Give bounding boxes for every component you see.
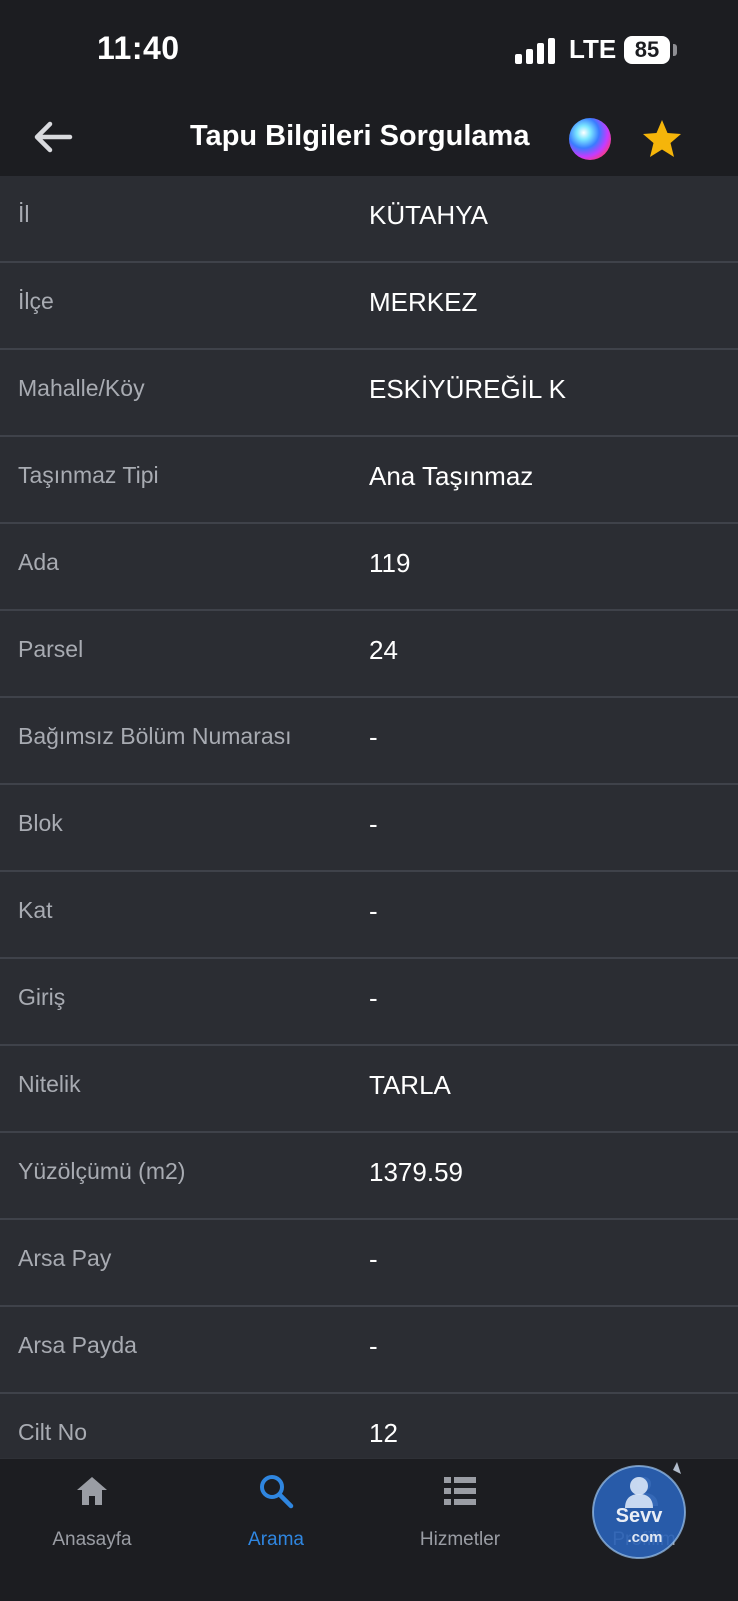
row-label: Taşınmaz Tipi — [18, 462, 159, 488]
table-row: Mahalle/Köy ESKİYÜREĞİL K — [0, 350, 738, 437]
row-value: KÜTAHYA — [369, 200, 488, 230]
row-value: 24 — [369, 635, 398, 665]
table-row: Arsa Pay - — [0, 1220, 738, 1307]
svg-text:.com: .com — [627, 1529, 662, 1546]
row-label: Cilt No — [18, 1419, 88, 1445]
battery-cap — [673, 44, 677, 56]
row-label: Giriş — [18, 984, 66, 1010]
star-icon[interactable] — [641, 118, 683, 160]
svg-text:Sevv: Sevv — [616, 1505, 664, 1527]
property-details-table: İl KÜTAHYA İlçe MERKEZ Mahalle/Köy ESKİY… — [0, 176, 738, 1458]
nav-header: Tapu Bilgileri Sorgulama — [0, 100, 738, 176]
row-value: - — [369, 722, 378, 752]
tab-hizmetler[interactable]: Hizmetler — [368, 1459, 552, 1569]
row-value: - — [369, 1331, 378, 1361]
row-value: Ana Taşınmaz — [369, 461, 534, 491]
back-arrow-icon[interactable] — [30, 114, 76, 160]
table-row: Cilt No 12 — [0, 1394, 738, 1458]
row-value: - — [369, 1244, 378, 1274]
row-value: - — [369, 809, 378, 839]
row-label: İl — [18, 201, 30, 227]
table-row: İlçe MERKEZ — [0, 263, 738, 350]
row-label: Bağımsız Bölüm Numarası — [18, 723, 292, 749]
row-label: Mahalle/Köy — [18, 375, 145, 401]
row-value: 1379.59 — [369, 1157, 463, 1187]
row-value: - — [369, 896, 378, 926]
row-label: Yüzölçümü (m2) — [18, 1158, 186, 1184]
row-label: Kat — [18, 897, 53, 923]
battery-level: 85 — [624, 36, 670, 64]
tab-arama[interactable]: Arama — [184, 1459, 368, 1569]
row-label: Parsel — [18, 636, 84, 662]
tab-label: Hizmetler — [419, 1529, 501, 1550]
tab-label: Arama — [248, 1529, 304, 1550]
table-row: İl KÜTAHYA — [0, 176, 738, 263]
table-row: Blok - — [0, 785, 738, 872]
page-title: Tapu Bilgileri Sorgulama — [190, 120, 530, 152]
status-bar: 11:40 LTE 85 — [0, 0, 738, 100]
watermark-logo: Sevv .com — [592, 1462, 686, 1559]
table-row: Parsel 24 — [0, 611, 738, 698]
table-row: Taşınmaz Tipi Ana Taşınmaz — [0, 437, 738, 524]
row-value: ESKİYÜREĞİL K — [369, 374, 566, 404]
row-value: - — [369, 983, 378, 1013]
row-label: Nitelik — [18, 1071, 81, 1097]
table-row: Giriş - — [0, 959, 738, 1046]
row-label: Arsa Pay — [18, 1245, 112, 1271]
table-row: Nitelik TARLA — [0, 1046, 738, 1133]
tab-anasayfa[interactable]: Anasayfa — [0, 1459, 184, 1569]
row-label: İlçe — [18, 288, 54, 314]
status-time: 11:40 — [97, 30, 180, 66]
siri-icon[interactable] — [569, 118, 611, 160]
table-row: Ada 119 — [0, 524, 738, 611]
row-value: 119 — [369, 548, 411, 578]
table-row: Bağımsız Bölüm Numarası - — [0, 698, 738, 785]
search-icon — [260, 1475, 294, 1509]
row-label: Arsa Payda — [18, 1332, 137, 1358]
home-icon — [77, 1477, 107, 1505]
signal-icon — [515, 38, 555, 64]
row-label: Blok — [18, 810, 63, 836]
row-value: TARLA — [369, 1070, 451, 1100]
tab-label: Anasayfa — [52, 1529, 132, 1550]
list-icon — [444, 1477, 476, 1505]
network-type: LTE — [569, 34, 617, 64]
table-row: Yüzölçümü (m2) 1379.59 — [0, 1133, 738, 1220]
row-value: 12 — [369, 1418, 398, 1448]
row-label: Ada — [18, 549, 59, 575]
table-row: Kat - — [0, 872, 738, 959]
table-row: Arsa Payda - — [0, 1307, 738, 1394]
row-value: MERKEZ — [369, 287, 478, 317]
